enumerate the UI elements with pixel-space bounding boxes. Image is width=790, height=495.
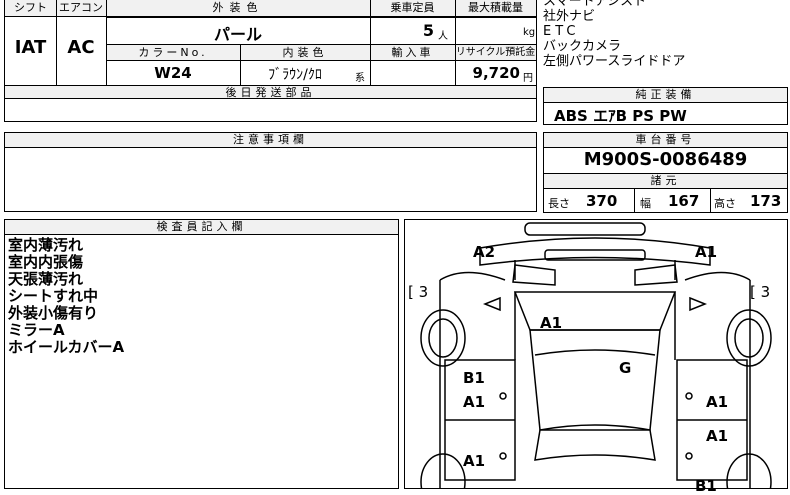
damage-label-a1-right-2: A1 <box>706 427 729 445</box>
inspector-line: 天張薄汚れ <box>8 270 84 288</box>
length-label: 長さ <box>548 197 570 210</box>
damage-label-a1-right-1: A1 <box>706 393 729 411</box>
interior-color-suffix: 系 <box>355 73 365 84</box>
equipment-item: 社外ナビ <box>543 9 596 24</box>
damage-label-g: G <box>619 359 632 377</box>
damage-label-a1-left-2: A1 <box>463 452 486 470</box>
damage-label-a1-front-right: A1 <box>695 243 718 261</box>
bracket-left: [ 3 <box>408 283 429 301</box>
inspector-lines: 室内薄汚れ 室内内張傷 天張薄汚れ シートすれ中 外装小傷有り ミラーA ホイー… <box>8 237 124 356</box>
vehicle-info-table: シフト エアコン 外装色 乗車定員 最大積載量 IAT AC パール 5 人 k… <box>4 0 537 99</box>
equipment-item: スマートアシスト <box>543 0 647 9</box>
header-aircon: エアコン <box>56 0 106 17</box>
shift-value: IAT <box>14 37 47 58</box>
length-value: 370 <box>586 192 618 210</box>
inspector-header: 検査員記入欄 <box>5 220 398 235</box>
inspector-line: 室内内張傷 <box>8 253 84 271</box>
damage-label-a1-left-1: A1 <box>463 393 486 411</box>
header-recycle: リサイクル預託金 <box>455 44 536 61</box>
spec-header: 諸元 <box>544 173 787 189</box>
chassis-box: 車台番号 M900S-0086489 諸元 長さ 370 幅 167 高さ 17… <box>543 132 788 213</box>
damage-label-b1-left: B1 <box>463 369 485 387</box>
damage-label-a1-hood: A1 <box>540 314 563 332</box>
header-color-no: カラーNo. <box>106 44 240 61</box>
width-value: 167 <box>668 192 700 210</box>
equipment-list: スマートアシスト 社外ナビ ETC バックカメラ 左側パワースライドドア <box>543 0 788 69</box>
genuine-equipment-value: ABS エｱB PS PW <box>554 107 687 125</box>
header-import: 輸入車 <box>370 44 455 61</box>
inspector-line: 外装小傷有り <box>8 304 99 322</box>
height-value: 173 <box>750 192 782 210</box>
equipment-item: 左側パワースライドドア <box>543 54 686 69</box>
equipment-item: バックカメラ <box>543 39 622 54</box>
header-later-parts: 後日発送部品 <box>5 85 536 99</box>
genuine-equipment-box: 純正装備 ABS エｱB PS PW <box>543 87 788 125</box>
header-exterior-color: 外装色 <box>106 0 370 17</box>
inspector-line: ホイールカバーA <box>8 338 125 356</box>
inspector-line: 室内薄汚れ <box>8 236 84 254</box>
color-no-value: W24 <box>154 64 192 82</box>
chassis-header: 車台番号 <box>544 133 787 148</box>
interior-color-value: ﾌﾞﾗｳﾝ/ｸﾛ <box>268 67 322 83</box>
damage-label-a2: A2 <box>473 243 496 261</box>
equipment-item: ETC <box>543 24 580 39</box>
inspector-line: シートすれ中 <box>8 287 99 305</box>
width-label: 幅 <box>640 197 651 210</box>
inspector-box: 検査員記入欄 室内薄汚れ 室内内張傷 天張薄汚れ シートすれ中 外装小傷有り ミ… <box>4 219 399 489</box>
exterior-color-value: パール <box>213 25 262 44</box>
car-diagram: A2 A1 [ 3 [ 3 A1 G B1 A1 A1 A1 A1 B1 <box>404 219 788 495</box>
notes-box: 注意事項欄 <box>4 132 537 212</box>
notes-header: 注意事項欄 <box>5 133 536 148</box>
capacity-value: 5 <box>422 21 434 40</box>
header-capacity: 乗車定員 <box>370 0 455 17</box>
car-outline-drawing <box>420 222 772 488</box>
header-shift: シフト <box>5 0 56 17</box>
later-parts-area <box>4 98 537 122</box>
chassis-number: M900S-0086489 <box>583 149 748 170</box>
damage-label-b1-right: B1 <box>695 477 717 495</box>
max-load-unit: kg <box>523 27 536 38</box>
recycle-fee-value: 9,720 <box>472 64 520 82</box>
header-interior-color: 内装色 <box>240 44 370 61</box>
bracket-right: [ 3 <box>750 283 771 301</box>
header-max-load: 最大積載量 <box>455 0 536 17</box>
recycle-fee-unit: 円 <box>523 73 533 84</box>
inspector-line: ミラーA <box>8 321 65 339</box>
genuine-equipment-header: 純正装備 <box>544 88 787 103</box>
aircon-value: AC <box>67 37 95 58</box>
height-label: 高さ <box>714 197 736 210</box>
capacity-unit: 人 <box>438 31 448 42</box>
